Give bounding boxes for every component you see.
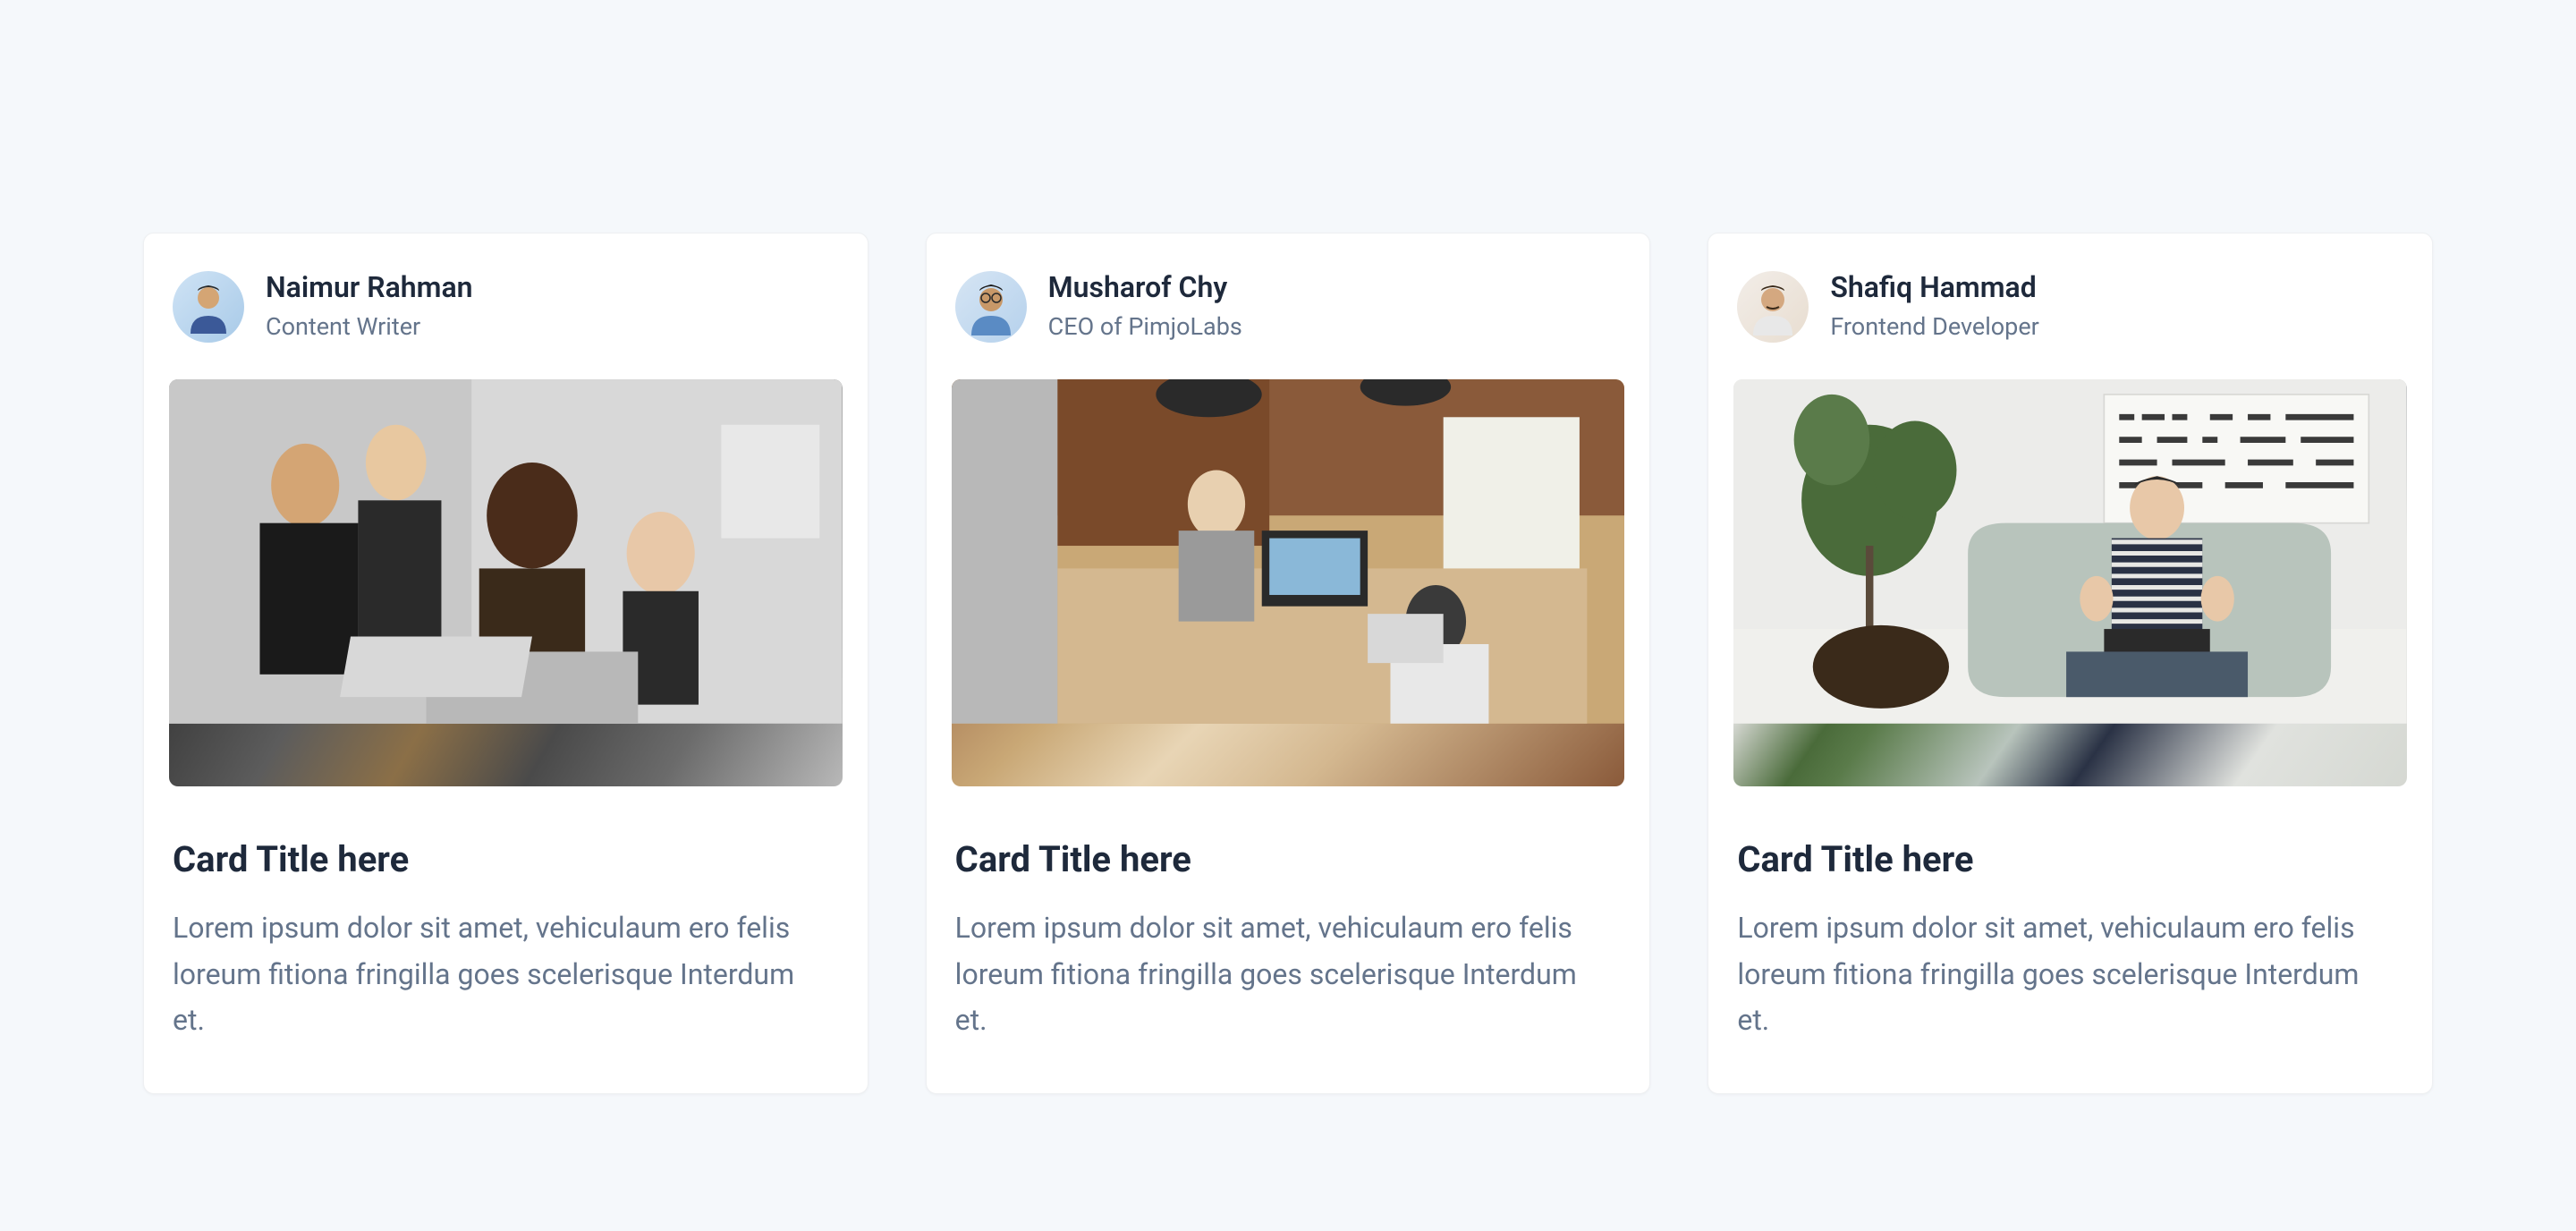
card[interactable]: Musharof Chy CEO of PimjoLabs <box>926 233 1651 1094</box>
card-header: Naimur Rahman Content Writer <box>169 269 843 344</box>
card-header: Musharof Chy CEO of PimjoLabs <box>952 269 1625 344</box>
author-avatar <box>1737 271 1809 343</box>
author-avatar <box>173 271 244 343</box>
card-image <box>1733 379 2407 786</box>
card-header: Shafiq Hammad Frontend Developer <box>1733 269 2407 344</box>
author-info: Musharof Chy CEO of PimjoLabs <box>1048 269 1242 344</box>
author-avatar <box>955 271 1027 343</box>
author-name: Musharof Chy <box>1048 269 1242 307</box>
author-role: Content Writer <box>266 310 473 344</box>
card-title: Card Title here <box>1733 838 2407 880</box>
author-role: Frontend Developer <box>1830 310 2038 344</box>
card-description: Lorem ipsum dolor sit amet, vehiculaum e… <box>1733 905 2407 1043</box>
author-info: Naimur Rahman Content Writer <box>266 269 473 344</box>
card[interactable]: Naimur Rahman Content Writer Card T <box>143 233 869 1094</box>
card-title: Card Title here <box>952 838 1625 880</box>
author-name: Naimur Rahman <box>266 269 473 307</box>
author-role: CEO of PimjoLabs <box>1048 310 1242 344</box>
card-description: Lorem ipsum dolor sit amet, vehiculaum e… <box>169 905 843 1043</box>
cards-container: Naimur Rahman Content Writer Card T <box>143 233 2433 1094</box>
author-name: Shafiq Hammad <box>1830 269 2038 307</box>
card-image <box>169 379 843 786</box>
card[interactable]: Shafiq Hammad Frontend Developer <box>1707 233 2433 1094</box>
card-image <box>952 379 1625 786</box>
author-info: Shafiq Hammad Frontend Developer <box>1830 269 2038 344</box>
card-title: Card Title here <box>169 838 843 880</box>
card-description: Lorem ipsum dolor sit amet, vehiculaum e… <box>952 905 1625 1043</box>
